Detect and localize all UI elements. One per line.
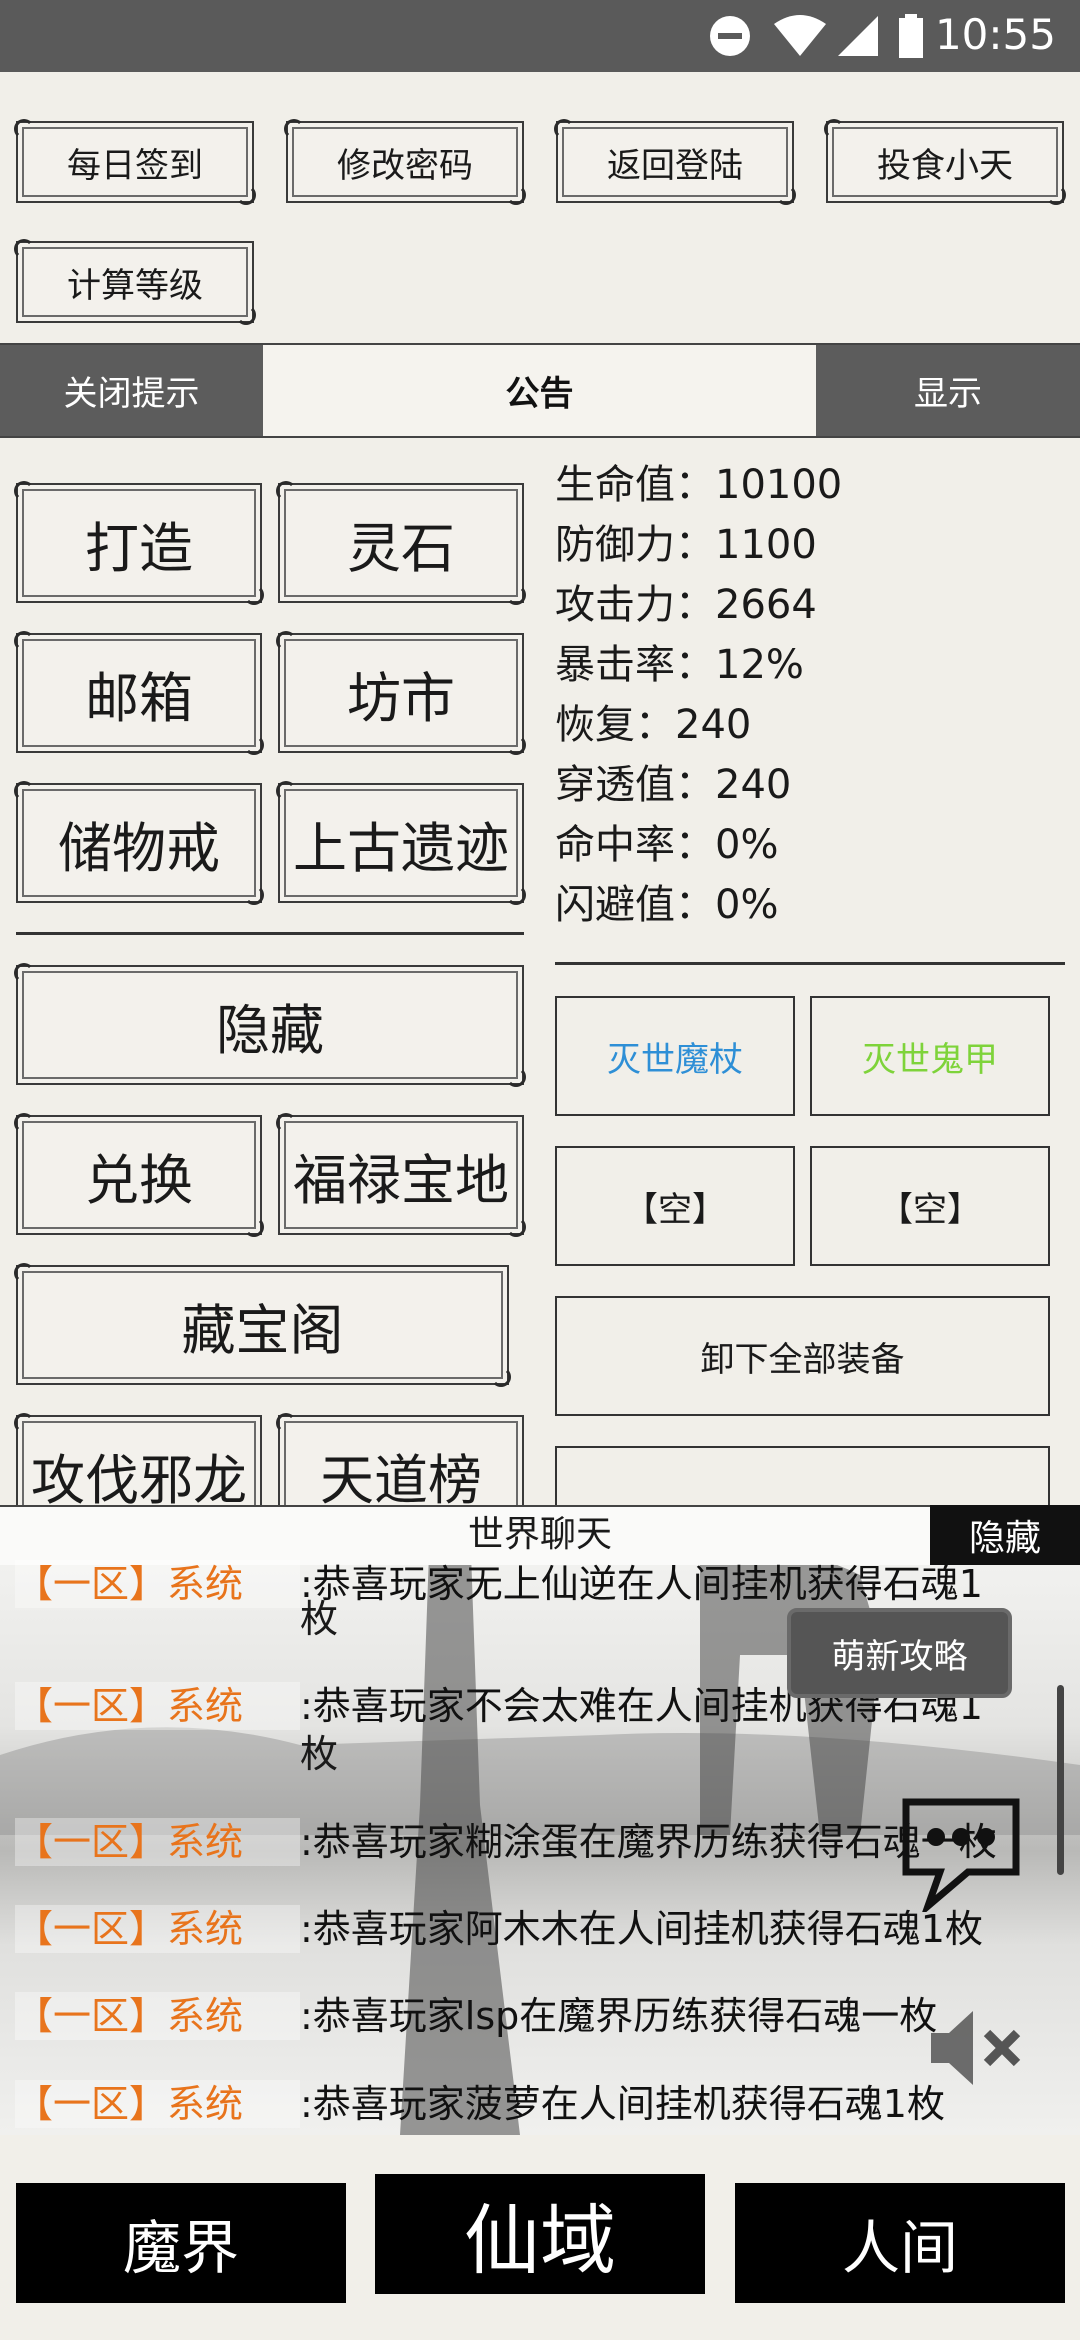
nav-immortal-realm[interactable]: 仙域 — [375, 2174, 705, 2294]
treasure-pavilion-button[interactable]: 藏宝阁 — [14, 1263, 511, 1387]
tab-announcement[interactable]: 公告 — [263, 345, 816, 436]
status-time: 10:55 — [934, 10, 1056, 59]
battery-icon — [899, 14, 923, 58]
stat-recovery: 恢复：240 — [555, 702, 752, 748]
chat-message: 【一区】系统:恭喜玩家阿木木在人间挂机获得石魂1枚 — [15, 1905, 983, 1953]
daily-checkin-button[interactable]: 每日签到 — [14, 119, 256, 205]
status-bar: 10:55 — [0, 0, 1080, 72]
stat-defense: 防御力：1100 — [555, 522, 817, 568]
ancient-ruins-button[interactable]: 上古遗迹 — [276, 781, 526, 905]
stat-hit-rate: 命中率：0% — [555, 822, 779, 868]
cell-signal-icon — [838, 16, 878, 56]
do-not-disturb-icon — [710, 16, 750, 56]
spirit-stone-button[interactable]: 灵石 — [276, 481, 526, 605]
chat-hide-button[interactable]: 隐藏 — [930, 1505, 1080, 1565]
equip-slot-weapon[interactable]: 灭世魔杖 — [555, 996, 795, 1116]
chat-title: 世界聊天 — [467, 1514, 612, 1555]
mute-icon[interactable] — [925, 2005, 1025, 2090]
tab-close-tips[interactable]: 关闭提示 — [0, 345, 263, 436]
right-divider — [555, 962, 1065, 965]
chat-scrollbar[interactable] — [1057, 1685, 1064, 1875]
equip-slot-empty-2[interactable]: 【空】 — [810, 1146, 1050, 1266]
stat-penetration: 穿透值：240 — [555, 762, 792, 808]
storage-ring-button[interactable]: 储物戒 — [14, 781, 264, 905]
chat-message-wrap: 枚 — [300, 1732, 339, 1776]
chat-message: 【一区】系统:恭喜玩家菠萝在人间挂机获得石魂1枚 — [15, 2080, 945, 2128]
stat-crit-rate: 暴击率：12% — [555, 642, 804, 688]
nav-human-realm[interactable]: 人间 — [735, 2183, 1065, 2303]
equip-slot-empty-1[interactable]: 【空】 — [555, 1146, 795, 1266]
feed-xiaotian-button[interactable]: 投食小天 — [824, 119, 1066, 205]
chat-message: 【一区】系统:恭喜玩家lsp在魔界历练获得石魂一枚 — [15, 1992, 938, 2040]
chat-bubble-icon[interactable] — [898, 1794, 1023, 1912]
left-divider — [16, 932, 524, 935]
tab-show[interactable]: 显示 — [816, 345, 1080, 436]
calculate-level-button[interactable]: 计算等级 — [14, 239, 256, 325]
stat-hp: 生命值：10100 — [555, 462, 843, 508]
back-to-login-button[interactable]: 返回登陆 — [554, 119, 796, 205]
unequip-all-button[interactable]: 卸下全部装备 — [555, 1296, 1050, 1416]
nav-demon-realm[interactable]: 魔界 — [16, 2183, 346, 2303]
stat-dodge: 闪避值：0% — [555, 882, 779, 928]
wifi-icon — [774, 15, 826, 56]
newbie-guide-button[interactable]: 萌新攻略 — [787, 1608, 1012, 1698]
mailbox-button[interactable]: 邮箱 — [14, 631, 264, 755]
tab-bar: 关闭提示 公告 显示 — [0, 343, 1080, 438]
chat-message-wrap: 枚 — [300, 1597, 339, 1641]
exchange-button[interactable]: 兑换 — [14, 1113, 264, 1237]
equip-slot-armor[interactable]: 灭世鬼甲 — [810, 996, 1050, 1116]
market-button[interactable]: 坊市 — [276, 631, 526, 755]
hide-panel-button[interactable]: 隐藏 — [14, 963, 526, 1087]
change-password-button[interactable]: 修改密码 — [284, 119, 526, 205]
blessed-land-button[interactable]: 福禄宝地 — [276, 1113, 526, 1237]
stat-attack: 攻击力：2664 — [555, 582, 817, 628]
forge-button[interactable]: 打造 — [14, 481, 264, 605]
